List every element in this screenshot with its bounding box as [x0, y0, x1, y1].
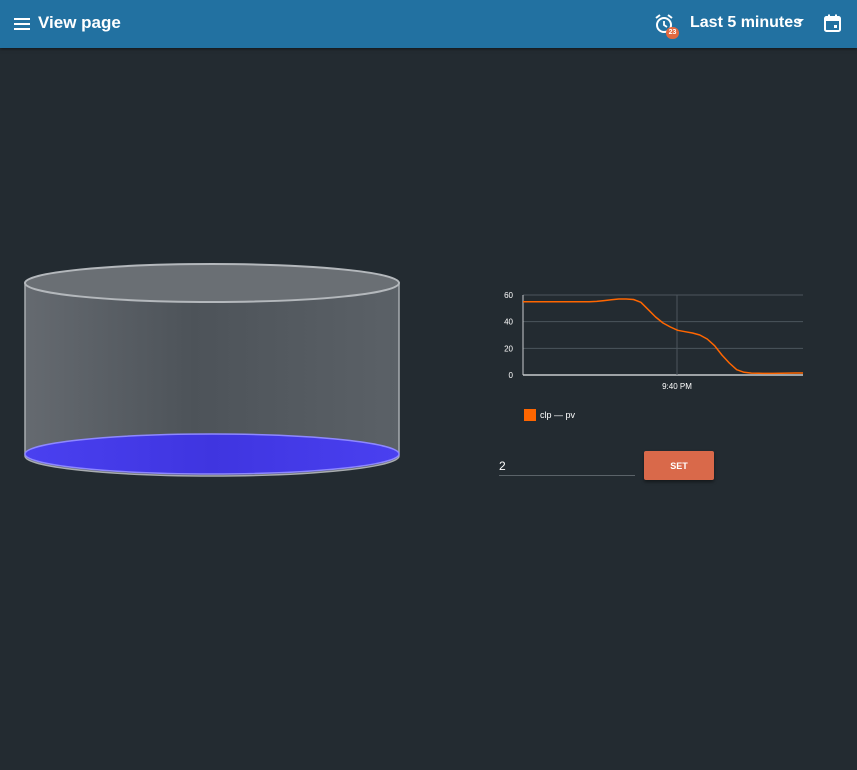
legend-label[interactable]: clp — pv — [540, 409, 575, 421]
page-title: View page — [38, 13, 121, 32]
menu-icon[interactable] — [12, 14, 32, 34]
series-line — [523, 298, 803, 375]
set-button[interactable]: SET — [644, 451, 714, 480]
y-tick-label: 0 — [509, 371, 514, 380]
x-tick-label: 9:40 PM — [662, 382, 692, 391]
setpoint-input[interactable] — [499, 457, 635, 476]
y-tick-label: 60 — [504, 291, 513, 300]
y-tick-label: 40 — [504, 318, 513, 327]
caret-down-icon[interactable] — [795, 18, 805, 24]
calendar-icon[interactable] — [823, 14, 842, 33]
tank-liquid — [24, 433, 400, 475]
legend-swatch[interactable] — [524, 409, 536, 421]
y-tick-label: 20 — [504, 344, 513, 353]
tank-gauge — [24, 263, 400, 477]
alarm-count-badge: 23 — [666, 27, 679, 39]
time-range-selector[interactable]: Last 5 minutes — [690, 13, 802, 33]
tank-top — [24, 263, 400, 303]
line-chart: 0 20 40 60 9:40 PM — [504, 291, 803, 391]
top-bar: View page 23 Last 5 minutes — [0, 0, 857, 48]
